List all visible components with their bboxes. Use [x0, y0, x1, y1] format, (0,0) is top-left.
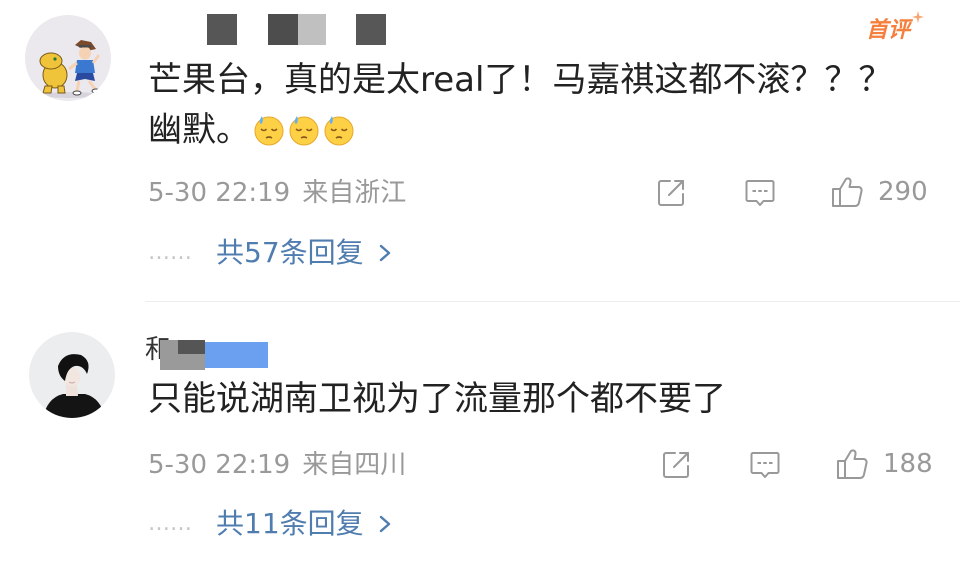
share-icon[interactable]: [660, 449, 692, 481]
replies-prefix: ……: [148, 240, 192, 265]
comment-meta: 5-30 22:19 来自浙江: [148, 176, 406, 210]
like-count: 188: [883, 449, 933, 479]
username[interactable]: [207, 14, 387, 45]
comment-icon[interactable]: [749, 450, 781, 480]
username-redaction-block: [298, 14, 326, 45]
sweat-face-emoji-icon: [324, 116, 354, 146]
sweat-face-emoji-icon: [254, 116, 284, 146]
comment-time: 5-30 22:19: [148, 450, 291, 480]
comment-divider: [145, 301, 960, 302]
first-comment-badge: 首评: [866, 17, 910, 45]
comment-text-line: 幽默。: [148, 108, 355, 152]
user-avatar[interactable]: [29, 332, 115, 418]
username-redaction-block: [356, 14, 386, 45]
username-redaction-block: [207, 14, 237, 45]
thumbs-up-icon[interactable]: [835, 447, 869, 481]
sparkle-icon: [912, 11, 924, 23]
comment-time: 5-30 22:19: [148, 178, 291, 208]
like-count: 290: [878, 177, 928, 207]
chevron-right-icon[interactable]: [378, 514, 392, 534]
replies-row: …… 共11条回复: [148, 507, 392, 541]
cartoon-avatar-icon[interactable]: [25, 15, 111, 101]
username-redaction-block: [205, 342, 268, 368]
username[interactable]: 和: [145, 334, 270, 370]
comment-icon[interactable]: [744, 178, 776, 208]
username-redaction-block: [178, 340, 205, 354]
username-redaction-block: [268, 14, 298, 45]
comment-text-line: 芒果台，真的是太real了！马嘉祺这都不滚？？？: [148, 60, 893, 100]
replies-row: …… 共57条回复: [148, 236, 392, 270]
sweat-face-emoji-icon: [289, 116, 319, 146]
chevron-right-icon[interactable]: [378, 243, 392, 263]
thumbs-up-icon[interactable]: [830, 175, 864, 209]
like-button[interactable]: 188: [835, 447, 933, 481]
badge-label: 首评: [866, 18, 911, 43]
replies-count-label[interactable]: 共11条回复: [216, 507, 364, 541]
like-button[interactable]: 290: [830, 175, 928, 209]
user-avatar[interactable]: [25, 15, 111, 101]
comment-text: 幽默。: [148, 110, 250, 150]
view-replies-link[interactable]: 共57条回复: [216, 236, 392, 270]
view-replies-link[interactable]: 共11条回复: [216, 507, 392, 541]
comment-location: 来自浙江: [302, 178, 407, 208]
comment-meta: 5-30 22:19 来自四川: [148, 448, 406, 482]
replies-count-label[interactable]: 共57条回复: [216, 236, 364, 270]
comment-text-line: 只能说湖南卫视为了流量那个都不要了: [148, 379, 726, 419]
replies-prefix: ……: [148, 511, 192, 536]
share-icon[interactable]: [655, 177, 687, 209]
comment-location: 来自四川: [302, 450, 407, 480]
photo-avatar-icon[interactable]: [29, 332, 115, 418]
comment-list: 首评 芒果台，真的是太real了！马嘉祺这都不滚？？？ 幽默。 5-30 22:…: [0, 0, 960, 573]
